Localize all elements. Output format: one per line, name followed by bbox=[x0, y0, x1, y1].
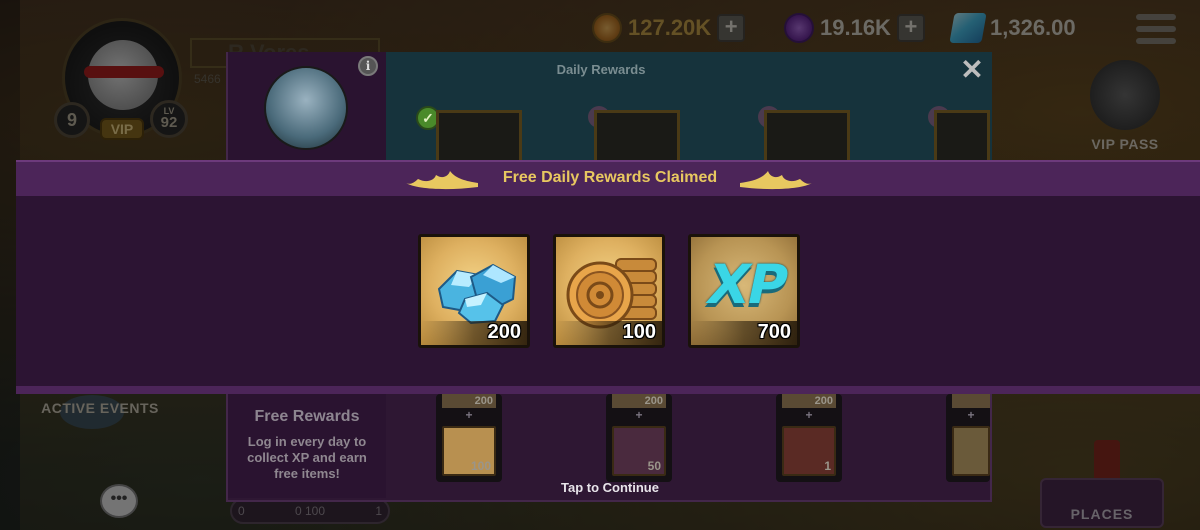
info-icon[interactable]: i bbox=[358, 56, 378, 76]
ticket-mini-card: 50 bbox=[612, 426, 666, 476]
column-plus: + bbox=[805, 408, 813, 422]
close-icon[interactable]: ✕ bbox=[958, 56, 986, 84]
free-rewards-description: Log in every day to collect XP and earn … bbox=[247, 434, 367, 481]
column-bottom-value: 1 bbox=[824, 459, 831, 473]
reward-slot-locked bbox=[764, 110, 850, 160]
claimed-banner-footer bbox=[16, 386, 1200, 394]
reward-value: 700 bbox=[757, 321, 791, 343]
reward-coins: 100 bbox=[553, 234, 665, 348]
column-bottom-value: 50 bbox=[647, 459, 661, 473]
reward-slot-claimed bbox=[436, 110, 522, 160]
tap-to-continue[interactable]: Tap to Continue bbox=[510, 480, 710, 495]
daily-rewards-title: Daily Rewards bbox=[556, 62, 646, 77]
column-plus: + bbox=[465, 408, 473, 422]
reward-column-1: 200 + 100 bbox=[436, 394, 502, 482]
reward-column-4: + bbox=[946, 394, 990, 482]
reward-value: 100 bbox=[622, 321, 656, 343]
cans-mini-card: 1 bbox=[782, 426, 836, 476]
column-bottom-value: 100 bbox=[470, 459, 491, 473]
bat-wing-right-icon bbox=[740, 171, 812, 190]
reward-value: 200 bbox=[487, 321, 521, 343]
vip-character-portrait bbox=[264, 66, 348, 150]
reward-column-3: 200 + 1 bbox=[776, 394, 842, 482]
coins-mini-card bbox=[952, 426, 990, 476]
column-plus: + bbox=[967, 408, 975, 422]
reward-xp: XP 700 bbox=[688, 234, 800, 348]
column-plus: + bbox=[635, 408, 643, 422]
reward-gems: 200 bbox=[418, 234, 530, 348]
column-top-value: 200 bbox=[782, 394, 836, 408]
reward-slot-locked bbox=[934, 110, 990, 160]
column-top-value: 200 bbox=[442, 394, 496, 408]
xp-icon: XP bbox=[701, 253, 793, 316]
coins-mini-card: 100 bbox=[442, 426, 496, 476]
game-screen: 127.20K + 19.16K + 1,326.00 9 VIP LV 92 … bbox=[0, 0, 1200, 530]
column-top-value: 200 bbox=[612, 394, 666, 408]
free-rewards-title: Free Rewards bbox=[254, 408, 360, 425]
column-top-value bbox=[952, 394, 990, 408]
reward-column-2: 200 + 50 bbox=[606, 394, 672, 482]
reward-slot-locked bbox=[594, 110, 680, 160]
